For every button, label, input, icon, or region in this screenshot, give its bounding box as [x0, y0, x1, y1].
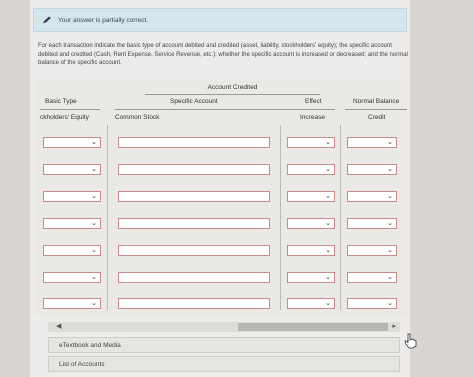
- normal-balance-select[interactable]: ⌄: [347, 164, 397, 175]
- row1-basic-type: ckholders' Equity: [40, 114, 89, 121]
- chevron-down-icon: ⌄: [91, 247, 97, 254]
- account-credited-header: Account Credited: [207, 84, 258, 91]
- header-underline: [40, 109, 100, 110]
- chevron-down-icon: ⌄: [91, 274, 97, 281]
- basic-type-select[interactable]: ⌄: [43, 164, 101, 175]
- header-underline: [345, 109, 407, 110]
- horizontal-scrollbar[interactable]: ◀ ▸: [48, 322, 400, 332]
- basic-type-select[interactable]: ⌄: [43, 137, 101, 148]
- pencil-icon: [43, 16, 51, 23]
- chevron-down-icon: ⌄: [325, 139, 331, 146]
- column-divider: [107, 125, 108, 310]
- row1-normal-balance: Credit: [368, 114, 386, 121]
- column-divider: [340, 125, 341, 310]
- basic-type-select[interactable]: ⌄: [43, 245, 101, 256]
- chevron-down-icon: ⌄: [91, 220, 97, 227]
- instructions-text: For each transaction indicate the basic …: [38, 43, 408, 66]
- normal-balance-select[interactable]: ⌄: [347, 191, 397, 202]
- chevron-down-icon: ⌄: [325, 274, 331, 281]
- row1-effect: Increase: [300, 114, 325, 121]
- chevron-down-icon: ⌄: [387, 300, 393, 307]
- specific-account-header: Specific Account: [170, 98, 218, 105]
- banner-text: Your answer is partially correct.: [58, 16, 149, 24]
- chevron-down-icon: ⌄: [325, 193, 331, 200]
- basic-type-select[interactable]: ⌄: [43, 218, 101, 229]
- effect-select[interactable]: ⌄: [287, 137, 335, 148]
- chevron-down-icon: ⌄: [325, 247, 331, 254]
- chevron-down-icon: ⌄: [387, 139, 393, 146]
- etextbook-button[interactable]: eTextbook and Media: [48, 337, 400, 353]
- specific-account-input[interactable]: [118, 298, 270, 309]
- chevron-down-icon: ⌄: [325, 166, 331, 173]
- chevron-down-icon: ⌄: [387, 166, 393, 173]
- normal-balance-select[interactable]: ⌄: [347, 272, 397, 283]
- header-divider: [145, 94, 320, 95]
- chevron-down-icon: ⌄: [91, 139, 97, 146]
- hand-cursor-icon: [404, 333, 417, 349]
- effect-select[interactable]: ⌄: [287, 218, 335, 229]
- chevron-down-icon: ⌄: [325, 300, 331, 307]
- effect-select[interactable]: ⌄: [287, 245, 335, 256]
- effect-select[interactable]: ⌄: [287, 191, 335, 202]
- chevron-down-icon: ⌄: [91, 193, 97, 200]
- normal-balance-header: Normal Balance: [353, 98, 400, 105]
- basic-type-select[interactable]: ⌄: [43, 298, 101, 309]
- chevron-down-icon: ⌄: [387, 274, 393, 281]
- chevron-down-icon: ⌄: [91, 300, 97, 307]
- specific-account-input[interactable]: [118, 164, 270, 175]
- basic-type-select[interactable]: ⌄: [43, 191, 101, 202]
- effect-select[interactable]: ⌄: [287, 164, 335, 175]
- chevron-down-icon: ⌄: [387, 247, 393, 254]
- specific-account-input[interactable]: [118, 272, 270, 283]
- chevron-down-icon: ⌄: [387, 220, 393, 227]
- chevron-down-icon: ⌄: [387, 193, 393, 200]
- journal-table: Account Credited Basic Type Specific Acc…: [35, 80, 407, 315]
- basic-type-select[interactable]: ⌄: [43, 272, 101, 283]
- header-underline: [285, 109, 335, 110]
- specific-account-input[interactable]: [118, 218, 270, 229]
- effect-select[interactable]: ⌄: [287, 298, 335, 309]
- normal-balance-select[interactable]: ⌄: [347, 137, 397, 148]
- chevron-down-icon: ⌄: [91, 166, 97, 173]
- effect-header: Effect: [305, 98, 322, 105]
- effect-select[interactable]: ⌄: [287, 272, 335, 283]
- status-banner: Your answer is partially correct.: [33, 8, 407, 32]
- list-of-accounts-button[interactable]: List of Accounts: [48, 356, 400, 372]
- specific-account-input[interactable]: [118, 245, 270, 256]
- scrollbar-thumb[interactable]: [238, 323, 388, 331]
- normal-balance-select[interactable]: ⌄: [347, 245, 397, 256]
- specific-account-input[interactable]: [118, 137, 270, 148]
- row1-specific-account: Common Stock: [115, 114, 160, 121]
- normal-balance-select[interactable]: ⌄: [347, 298, 397, 309]
- chevron-right-icon[interactable]: ▸: [392, 322, 396, 332]
- normal-balance-select[interactable]: ⌄: [347, 218, 397, 229]
- chevron-left-icon[interactable]: ◀: [56, 322, 61, 332]
- column-divider: [280, 125, 281, 310]
- chevron-down-icon: ⌄: [325, 220, 331, 227]
- specific-account-input[interactable]: [118, 191, 270, 202]
- basic-type-header: Basic Type: [45, 98, 77, 105]
